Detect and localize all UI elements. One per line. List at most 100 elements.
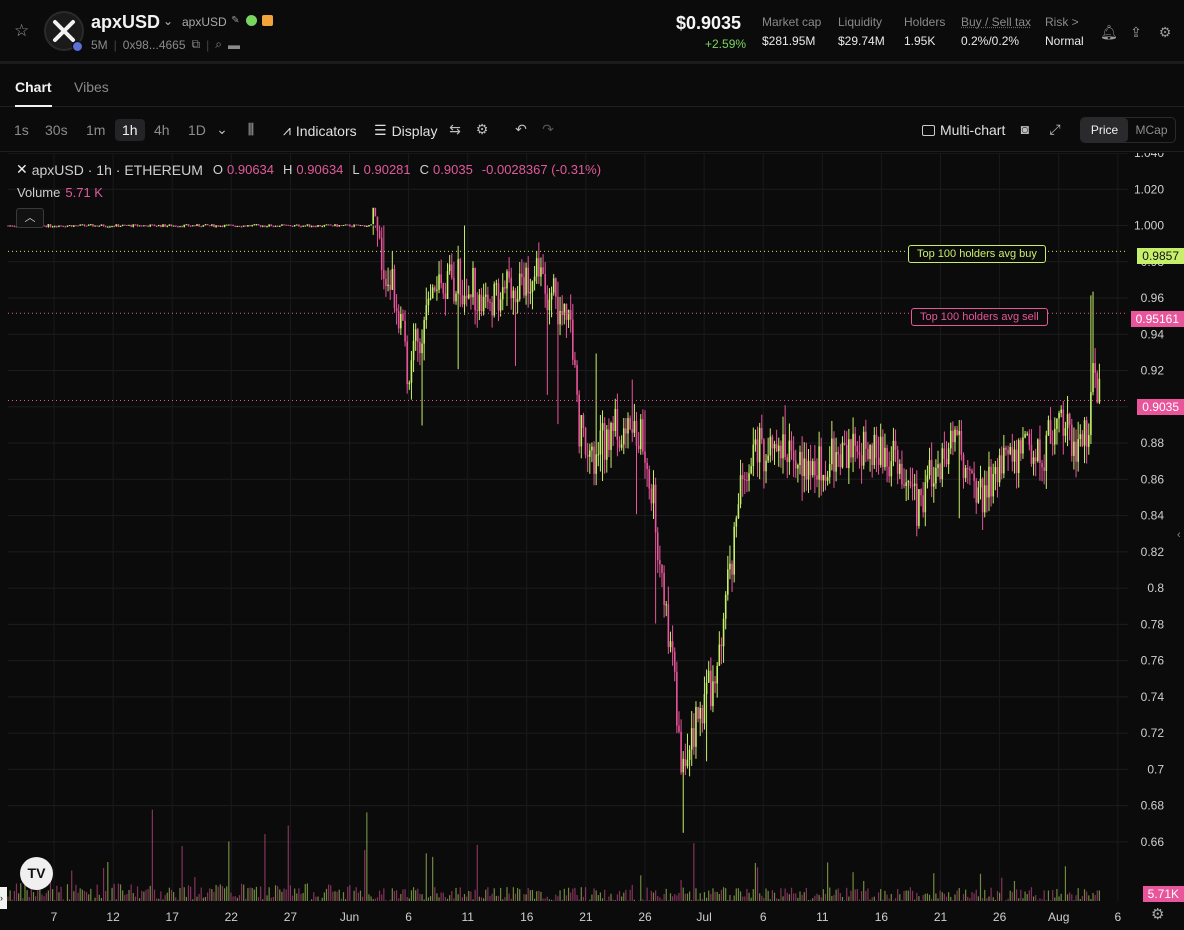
card-icon[interactable]: ▬	[228, 38, 240, 52]
volume-bar	[727, 900, 729, 901]
pencil-icon[interactable]: ✎	[230, 15, 241, 26]
candle-body	[567, 310, 570, 320]
candle-body	[406, 341, 408, 385]
timeframe-4h[interactable]: 4h	[154, 122, 170, 138]
volume-bar	[854, 889, 856, 901]
search-icon[interactable]: ⌕	[215, 37, 222, 52]
candle-body	[850, 439, 852, 458]
volume-bar	[559, 890, 561, 901]
stat-label[interactable]: Risk >	[1045, 15, 1084, 29]
price-chart[interactable]: 1.0401.0201.0000.980.960.940.920.90.880.…	[0, 153, 1184, 930]
candle-body	[368, 225, 370, 227]
volume-bar	[47, 890, 49, 901]
scroll-left-icon[interactable]: ›	[0, 887, 7, 909]
candle-body	[334, 224, 336, 226]
candle-body	[240, 226, 243, 228]
candle-body	[342, 224, 345, 226]
candle-body	[276, 225, 279, 227]
share-icon[interactable]: ⇪	[1128, 24, 1144, 40]
volume-bar	[255, 886, 258, 901]
tab-vibes[interactable]: Vibes	[74, 79, 109, 95]
volume-bar	[383, 888, 385, 901]
redo-icon[interactable]: ↷	[539, 121, 557, 138]
volume-bar	[1026, 894, 1028, 901]
volume-bar	[1043, 890, 1045, 901]
volume-bar	[75, 884, 77, 901]
checkbox-icon[interactable]	[922, 124, 935, 136]
chevron-down-icon[interactable]: ⌄	[163, 14, 173, 28]
timeframe-1h[interactable]: 1h	[115, 119, 145, 141]
volume-bar	[181, 846, 183, 901]
candle-body	[886, 447, 888, 467]
bell-plus-icon[interactable]: 🔔︎	[1100, 24, 1118, 40]
stat-value: $281.95M	[762, 34, 816, 48]
close-value: 0.9035	[433, 162, 473, 177]
token-name[interactable]: apxUSD	[91, 12, 160, 33]
camera-icon[interactable]: ◙	[1016, 121, 1034, 137]
candle-body	[616, 409, 619, 440]
candle-body	[971, 470, 973, 474]
chart-settings-icon[interactable]: ⚙	[1151, 905, 1164, 923]
green-badge-icon	[246, 15, 257, 26]
y-tick-label: 0.94	[1141, 327, 1165, 341]
volume-bar	[697, 899, 699, 901]
multichart-button[interactable]: Multi-chart	[922, 122, 1005, 138]
volume-bar	[688, 891, 691, 901]
volume-bar	[485, 889, 487, 901]
price-mcap-toggle[interactable]: Price MCap	[1080, 117, 1176, 143]
stat-risk[interactable]: Risk > Normal	[1045, 15, 1084, 48]
volume-bar	[788, 894, 790, 901]
volume-bar	[735, 888, 737, 901]
timeframe-1d[interactable]: 1D	[188, 122, 206, 138]
mode-mcap[interactable]: MCap	[1128, 118, 1175, 142]
candle-body	[472, 267, 474, 298]
candle-body	[678, 725, 680, 732]
candle-body	[932, 483, 935, 487]
candle-body	[569, 310, 572, 320]
display-button[interactable]: ☰ Display	[374, 122, 437, 139]
timeframe-30s[interactable]: 30s	[45, 122, 68, 138]
volume-bar	[32, 892, 35, 901]
fullscreen-icon[interactable]: ⤢	[1046, 121, 1064, 138]
volume-bar	[992, 897, 994, 901]
candle-body	[915, 483, 918, 526]
settings-icon[interactable]: ⚙	[1157, 24, 1173, 40]
chart-canvas[interactable]: 1.0401.0201.0000.980.960.940.920.90.880.…	[0, 153, 1184, 930]
volume-bar	[750, 897, 752, 901]
volume-bar	[18, 893, 20, 901]
volume-bar	[130, 884, 132, 901]
volume-bar	[931, 898, 933, 901]
layout-icon[interactable]: ⇆	[446, 121, 464, 138]
gear-icon[interactable]: ⚙	[473, 121, 491, 138]
candle-body	[1045, 435, 1048, 471]
candle-body	[792, 450, 795, 461]
timeframe-1s[interactable]: 1s	[14, 122, 29, 138]
star-icon[interactable]: ☆	[14, 22, 32, 40]
candle-body	[130, 224, 132, 227]
candle-body	[752, 444, 755, 467]
volume-bar	[45, 893, 47, 901]
volume-bar	[179, 887, 181, 901]
timeframe-1m[interactable]: 1m	[86, 122, 105, 138]
candle-body	[58, 225, 60, 227]
candle-body	[945, 458, 948, 465]
candle-body	[51, 226, 54, 228]
indicators-button[interactable]: ⩘ Indicators	[283, 122, 357, 139]
volume-bar	[425, 853, 427, 901]
undo-icon[interactable]: ↶	[512, 121, 530, 138]
tab-chart[interactable]: Chart	[15, 79, 52, 107]
expand-panel-icon[interactable]: ‹	[1177, 529, 1181, 541]
volume-bar	[950, 896, 952, 901]
volume-bar	[245, 898, 247, 901]
candle-body	[257, 224, 260, 226]
collapse-legend-button[interactable]: ︿	[16, 208, 44, 228]
copy-icon[interactable]: ⧉	[192, 37, 201, 52]
candle-body	[665, 604, 668, 606]
tradingview-logo[interactable]: TV	[20, 857, 53, 890]
volume-bar	[71, 870, 73, 901]
volume-bar	[816, 893, 818, 901]
mode-price[interactable]: Price	[1081, 118, 1128, 142]
volume-bar	[529, 890, 531, 901]
chevron-down-icon[interactable]: ⌄	[213, 121, 231, 138]
candlestick-icon[interactable]: ⫼	[242, 121, 260, 138]
